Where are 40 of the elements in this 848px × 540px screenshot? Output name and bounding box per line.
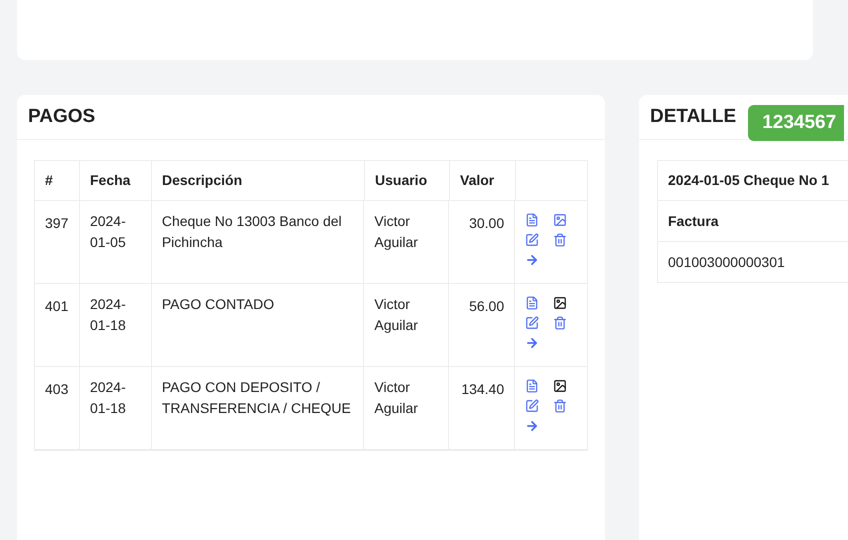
pdf-icon[interactable] bbox=[525, 379, 540, 393]
arrow-right-icon[interactable] bbox=[525, 253, 540, 267]
trash-icon[interactable] bbox=[553, 316, 568, 330]
image-icon[interactable] bbox=[553, 296, 568, 310]
trash-icon[interactable] bbox=[553, 399, 568, 413]
number-badge: 1234567 bbox=[748, 105, 844, 141]
column-header: Fecha bbox=[80, 161, 152, 200]
table-cell: 2024- 01-05 bbox=[80, 199, 152, 283]
card-title: DETALLE bbox=[650, 104, 736, 129]
arrow-right-icon[interactable] bbox=[525, 336, 540, 350]
table-cell: 001003000000301 bbox=[658, 242, 848, 283]
column-header: Valor bbox=[450, 161, 516, 200]
table-cell: Victor Aguilar bbox=[364, 201, 450, 283]
table-cell: 403 bbox=[35, 367, 80, 449]
table-cell: Victor Aguilar bbox=[364, 284, 450, 366]
table-cell: 2024- 01-18 bbox=[80, 282, 152, 366]
table-cell: 397 bbox=[35, 201, 80, 283]
table-cell: 2024-01-05 Cheque No 1 bbox=[658, 161, 848, 201]
column-header: # bbox=[35, 161, 80, 200]
edit-icon[interactable] bbox=[525, 316, 540, 330]
table-cell: 401 bbox=[35, 284, 80, 366]
pdf-icon[interactable] bbox=[525, 296, 540, 310]
column-header: Descripción bbox=[152, 161, 365, 200]
table-cell: Victor Aguilar bbox=[364, 367, 450, 449]
table-cell: 134.40 bbox=[449, 367, 516, 449]
image-icon[interactable] bbox=[553, 379, 568, 393]
table-cell: 2024- 01-18 bbox=[80, 365, 152, 449]
edit-icon[interactable] bbox=[525, 399, 540, 413]
table-cell: PAGO CON DEPOSITO / TRANSFERENCIA / CHEQUE bbox=[152, 367, 364, 449]
table-cell: Factura bbox=[658, 201, 848, 242]
column-header: Usuario bbox=[365, 161, 450, 200]
table-cell: Cheque No 13003 Banco del Pichincha bbox=[152, 201, 364, 283]
table-cell: PAGO CONTADO bbox=[152, 284, 364, 366]
table-cell: 56.00 bbox=[449, 284, 516, 366]
table-cell: 30.00 bbox=[449, 201, 516, 283]
pdf-icon[interactable] bbox=[525, 213, 540, 227]
edit-icon[interactable] bbox=[525, 233, 540, 247]
arrow-right-icon[interactable] bbox=[525, 419, 540, 433]
trash-icon[interactable] bbox=[553, 233, 568, 247]
card-title: PAGOS bbox=[28, 104, 96, 129]
